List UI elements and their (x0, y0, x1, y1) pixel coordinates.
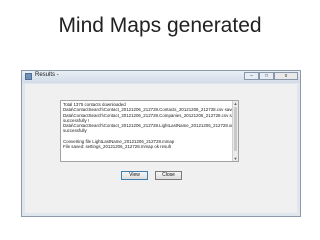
log-text: Total 1375 contacts downloaded Data\Cont… (63, 102, 239, 150)
view-button[interactable]: View (121, 171, 148, 180)
maximize-button[interactable]: □ (259, 72, 274, 80)
log-line: File saved: settings_20121206_212728.mma… (63, 144, 171, 150)
window-client-area: Total 1375 contacts downloaded Data\Cont… (25, 84, 297, 213)
slide-title: Mind Maps generated (58, 14, 262, 37)
window-titlebar[interactable]: Results - – □ x (22, 71, 300, 83)
log-line: Data\ContactSearch\Contact_20121206_2127… (63, 107, 238, 113)
results-window: Results - – □ x Total 1375 contacts down… (21, 70, 301, 217)
scroll-down-icon[interactable]: ▼ (233, 156, 238, 161)
app-icon (25, 73, 32, 80)
scroll-thumb[interactable] (234, 107, 237, 151)
vertical-scrollbar[interactable]: ▲ ▼ (232, 101, 238, 161)
scroll-up-icon[interactable]: ▲ (233, 101, 238, 106)
window-title: Results - (35, 72, 59, 78)
close-window-button[interactable]: x (274, 72, 298, 80)
close-button[interactable]: Close (155, 171, 182, 180)
results-log[interactable]: Total 1375 contacts downloaded Data\Cont… (60, 100, 239, 162)
minimize-button[interactable]: – (244, 72, 259, 80)
log-line: Data\ContactSearch\Contact_20121206_2127… (63, 123, 239, 129)
